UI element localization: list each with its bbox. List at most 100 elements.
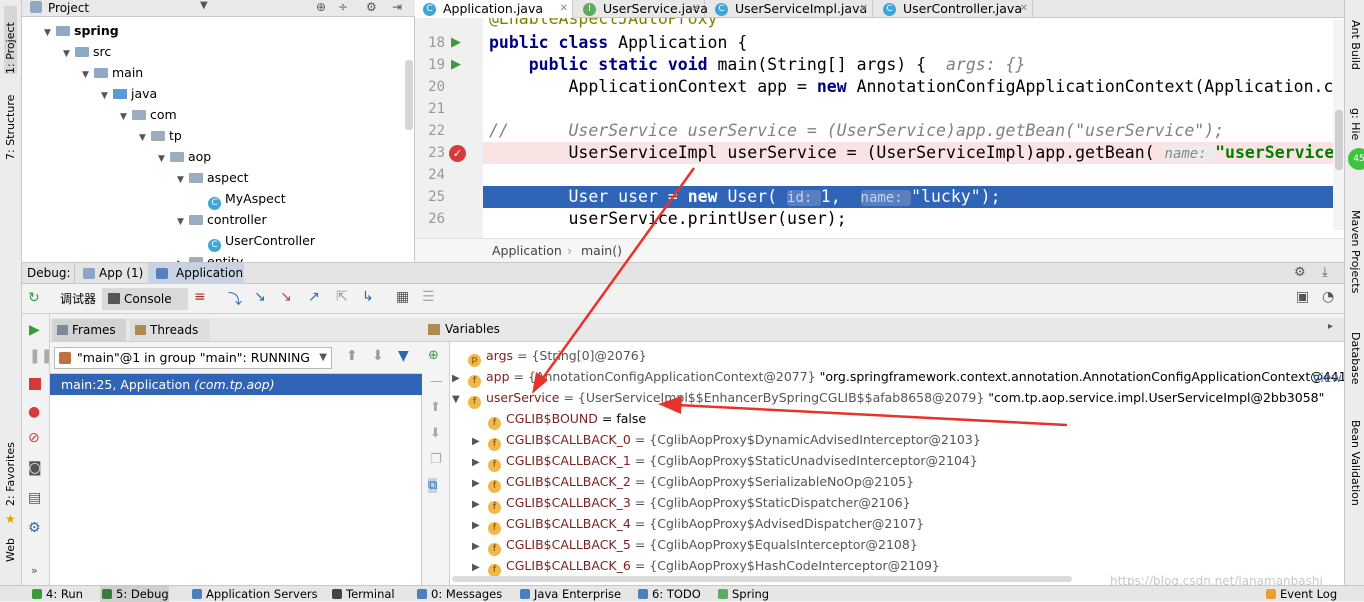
tool-button[interactable]: 4: Run: [30, 586, 83, 602]
pause-program-icon[interactable]: ❚❚: [29, 348, 52, 364]
favorites-tool-tab[interactable]: 2: Favorites: [4, 436, 17, 506]
view-breakpoints-icon[interactable]: ●: [28, 404, 40, 420]
frame-row-selected[interactable]: main:25, Application (com.tp.aop): [50, 374, 422, 395]
expand-arrow-icon[interactable]: ▼: [82, 65, 94, 86]
editor-tab[interactable]: C Application.java ✕: [415, 0, 573, 18]
new-watch-icon[interactable]: ⊕: [428, 348, 439, 363]
tree-node[interactable]: ▼ tp: [139, 125, 182, 146]
expand-arrow-icon[interactable]: ▼: [158, 149, 170, 170]
step-into-icon[interactable]: ↘: [254, 289, 266, 305]
restore-layout-icon[interactable]: ▣: [1296, 289, 1309, 305]
layout-icon[interactable]: ▤: [28, 490, 41, 506]
tool-button[interactable]: Spring: [716, 586, 769, 602]
expand-arrow-icon[interactable]: ▼: [44, 23, 56, 44]
close-tab-icon[interactable]: ✕: [560, 0, 568, 18]
tree-node[interactable]: ▼ aspect: [177, 167, 249, 188]
resume-program-icon[interactable]: ▶: [29, 322, 40, 338]
code-area[interactable]: @EnableAspectJAutoProxy public class Appl…: [483, 18, 1344, 238]
expand-arrow-icon[interactable]: ▶: [472, 431, 488, 452]
project-scrollbar[interactable]: [405, 60, 413, 130]
close-tab-icon[interactable]: ✕: [860, 0, 868, 18]
stop-icon[interactable]: [29, 378, 41, 390]
collapse-all-icon[interactable]: ÷: [338, 0, 348, 14]
step-out-icon[interactable]: ↗: [308, 289, 320, 305]
rerun-icon[interactable]: ↻: [28, 290, 40, 306]
tree-node[interactable]: ▼ com: [120, 104, 177, 125]
variable-row[interactable]: f CGLIB$BOUND = false: [472, 408, 646, 430]
threads-tab[interactable]: Threads: [130, 319, 210, 341]
expand-arrow-icon[interactable]: ▼: [177, 212, 189, 233]
expand-arrow-icon[interactable]: ▶: [472, 536, 488, 557]
tree-node[interactable]: C MyAspect: [196, 188, 286, 210]
editor-tab[interactable]: I UserService.java ✕: [575, 0, 708, 18]
expand-arrow-icon[interactable]: ▶: [472, 557, 488, 578]
drop-frame-icon[interactable]: ⇱: [336, 289, 348, 305]
evaluate-expression-icon[interactable]: ▦: [396, 289, 409, 305]
tool-button[interactable]: 6: TODO: [636, 586, 701, 602]
variable-row[interactable]: ▶ f app = {AnnotationConfigApplicationCont…: [452, 366, 1344, 389]
view-link[interactable]: View: [1312, 370, 1342, 385]
variables-scrollbar[interactable]: [452, 576, 1072, 582]
move-down-icon[interactable]: ⬇: [430, 426, 441, 441]
settings-gear-icon[interactable]: ⚙: [366, 0, 377, 14]
settings-icon[interactable]: ⚙: [28, 520, 41, 536]
tree-node[interactable]: ▼ controller: [177, 209, 267, 230]
expand-arrow-icon[interactable]: ▼: [139, 128, 151, 149]
bean-validation-tool-tab[interactable]: Bean Validation: [1349, 420, 1362, 510]
run-to-cursor-icon[interactable]: ↳: [362, 289, 374, 305]
hide-panel-icon[interactable]: ⇥: [392, 0, 402, 14]
tool-button[interactable]: Java Enterprise: [518, 586, 621, 602]
breadcrumb-method[interactable]: main(): [581, 239, 622, 262]
frame-up-icon[interactable]: ⬆: [346, 348, 358, 364]
ant-build-tool-tab[interactable]: Ant Build: [1349, 20, 1362, 80]
debug-tab-application[interactable]: Application: [148, 263, 244, 284]
sync-icon[interactable]: ⊕: [316, 0, 326, 14]
camera-icon[interactable]: ◙: [28, 460, 42, 476]
editor-tab[interactable]: C UserController.java ✕: [875, 0, 1033, 18]
tree-node[interactable]: ▼ spring: [44, 20, 119, 41]
tree-node[interactable]: ▶ entity: [177, 251, 243, 262]
tool-button[interactable]: Application Servers: [190, 586, 318, 602]
expand-arrow-icon[interactable]: ▶: [177, 254, 189, 262]
editor-tab[interactable]: C UserServiceImpl.java ✕: [707, 0, 873, 18]
copy-icon[interactable]: ❐: [430, 452, 442, 467]
step-over-icon[interactable]: ⤵: [228, 289, 242, 309]
expand-arrow-icon[interactable]: ▶: [472, 515, 488, 536]
expand-arrow-icon[interactable]: ▶: [452, 368, 468, 389]
variable-row[interactable]: ▼ f userService = {UserServiceImpl$$Enhanc…: [452, 387, 1324, 410]
structure-tool-tab[interactable]: 7: Structure: [4, 90, 17, 160]
frame-down-icon[interactable]: ⬇: [372, 348, 384, 364]
project-view-dropdown-icon[interactable]: ▼: [200, 0, 208, 11]
trace-icon[interactable]: ☰: [422, 289, 435, 305]
variable-row[interactable]: ▶ f CGLIB$CALLBACK_6 = {CglibAopProxy$Hash…: [472, 555, 940, 578]
expand-arrow-icon[interactable]: ▶: [472, 494, 488, 515]
editor-scrollbar[interactable]: [1333, 20, 1344, 230]
expand-arrow-icon[interactable]: ▶: [472, 473, 488, 494]
tool-button[interactable]: Terminal: [330, 586, 395, 602]
project-tool-tab[interactable]: 1: Project: [4, 6, 17, 74]
variable-row[interactable]: ▶ f CGLIB$CALLBACK_2 = {CglibAopProxy$Seri…: [472, 471, 914, 494]
tree-node[interactable]: C UserController: [196, 230, 315, 252]
tool-button[interactable]: 0: Messages: [415, 586, 502, 602]
debug-tab-app[interactable]: App (1): [74, 263, 146, 284]
tree-node[interactable]: ▼ java: [101, 83, 157, 104]
filter-icon[interactable]: ▼: [398, 348, 409, 364]
thread-select[interactable]: "main"@1 in group "main": RUNNING ▼: [54, 347, 332, 369]
maven-projects-tool-tab[interactable]: Maven Projects: [1349, 210, 1362, 300]
show-execution-point-icon[interactable]: ≡: [194, 289, 206, 305]
expand-arrow-icon[interactable]: ▼: [452, 389, 468, 410]
tool-button[interactable]: 5: Debug: [100, 586, 169, 602]
web-tool-tab[interactable]: Web: [4, 532, 17, 562]
force-step-into-icon[interactable]: ↘: [280, 289, 292, 305]
tree-node[interactable]: ▼ src: [63, 41, 111, 62]
expand-arrow-icon[interactable]: ▼: [63, 44, 75, 65]
close-tab-icon[interactable]: ✕: [692, 0, 700, 18]
more-actions-icon[interactable]: »: [31, 564, 38, 577]
variable-row[interactable]: ▶ f CGLIB$CALLBACK_3 = {CglibAopProxy$Stat…: [472, 492, 911, 515]
close-tab-icon[interactable]: ✕: [1020, 0, 1028, 18]
database-tool-tab[interactable]: Database: [1349, 332, 1362, 392]
run-gutter-icon[interactable]: ▶: [451, 35, 461, 50]
expand-arrow-icon[interactable]: ▼: [177, 170, 189, 191]
variable-row[interactable]: ▶ f CGLIB$CALLBACK_0 = {CglibAopProxy$Dyna…: [472, 429, 981, 452]
tool-button[interactable]: Event Log: [1264, 586, 1337, 602]
